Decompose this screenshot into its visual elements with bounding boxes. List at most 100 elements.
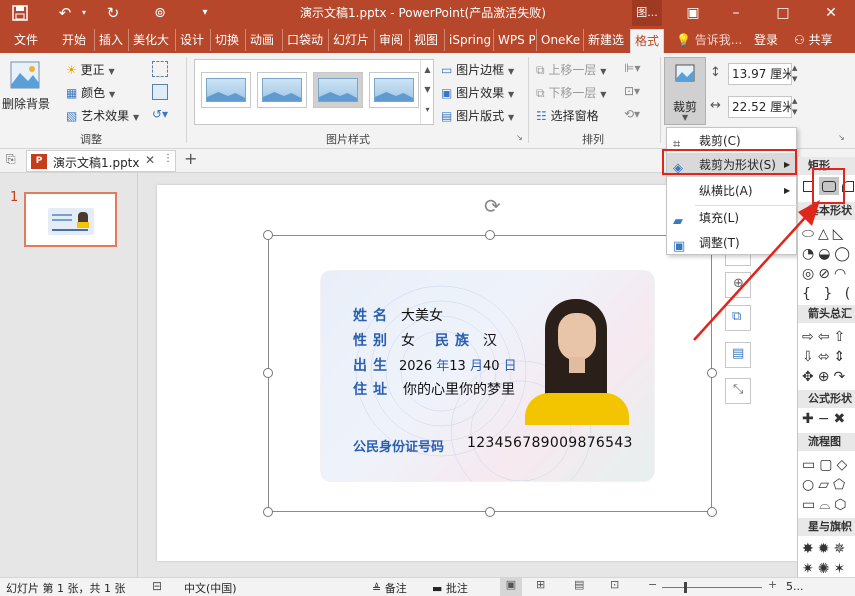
- picture-layout-button[interactable]: ▤ 图片版式 ▼: [441, 107, 514, 124]
- star-shapes-icons[interactable]: ✸✹✵ ✷✺✶: [802, 539, 849, 579]
- rotate-icon[interactable]: ⟲▾: [624, 107, 640, 121]
- tab-design[interactable]: 设计: [175, 29, 204, 51]
- resize-handle[interactable]: [485, 507, 495, 517]
- reading-view-icon[interactable]: ▤: [574, 578, 584, 591]
- tab-format[interactable]: 格式: [630, 29, 664, 53]
- tab-file[interactable]: 文件: [14, 29, 38, 51]
- corrections-button[interactable]: ☀ 更正 ▼: [66, 61, 115, 78]
- resize-handle[interactable]: [263, 230, 273, 240]
- minimize-button[interactable]: –: [713, 0, 759, 26]
- slide-sorter-icon[interactable]: ⊞: [536, 578, 545, 591]
- resize-handle[interactable]: [707, 368, 717, 378]
- maximize-button[interactable]: □: [759, 0, 807, 26]
- undo-dropdown-icon[interactable]: ▾: [78, 2, 90, 24]
- tab-insert[interactable]: 插入: [94, 29, 123, 51]
- resize-picture-icon[interactable]: ⤡: [725, 378, 751, 404]
- normal-view-icon[interactable]: ▣: [500, 578, 522, 596]
- undo-icon[interactable]: ↶: [54, 2, 76, 24]
- tab-menu-icon[interactable]: ⋮: [163, 153, 173, 164]
- comments-button[interactable]: ▬ 批注: [432, 580, 468, 596]
- new-doc-icon[interactable]: ⎘: [6, 152, 16, 167]
- tab-transitions[interactable]: 切换: [210, 29, 239, 51]
- tab-ispring[interactable]: iSpring: [444, 29, 492, 51]
- picture-style-4[interactable]: [369, 72, 419, 108]
- crop-menu-icon: ⌗: [673, 137, 681, 152]
- remove-background-button[interactable]: 删除背景: [2, 95, 50, 112]
- rotate-handle-icon[interactable]: ⟳: [484, 194, 501, 218]
- start-slideshow-icon[interactable]: ⊚: [148, 2, 172, 24]
- id-card-picture[interactable]: 姓名 大美女 性别 女 民族 汉 出生 2026 年13 月40 日 住址 你的…: [321, 271, 654, 481]
- picture-style-3[interactable]: [313, 72, 363, 108]
- artistic-effects-button[interactable]: ▧ 艺术效果 ▼: [66, 107, 139, 124]
- spellcheck-icon[interactable]: ⊟: [152, 579, 162, 593]
- size-dialog-launcher-icon[interactable]: ↘: [838, 133, 845, 142]
- resize-handle[interactable]: [485, 230, 495, 240]
- tab-review[interactable]: 审阅: [374, 29, 403, 51]
- color-button[interactable]: ▦ 颜色 ▼: [66, 84, 115, 101]
- picture-styles-group-label: 图片样式: [326, 133, 370, 146]
- slide-number: 1: [10, 190, 19, 205]
- send-backward-label: 下移一层: [548, 86, 597, 100]
- birth-month: 13: [449, 359, 466, 374]
- flowchart-shapes-icons[interactable]: ▭▢◇ ○▱⬠ ▭⌓⬡: [802, 455, 851, 515]
- resize-handle[interactable]: [707, 507, 717, 517]
- customize-toolbar-icon[interactable]: ▾: [198, 2, 212, 24]
- color-label: 颜色: [81, 86, 106, 100]
- group-objects-icon[interactable]: ⊡▾: [624, 84, 640, 98]
- crop-button[interactable]: 裁剪 ▼: [664, 57, 706, 125]
- width-spinner[interactable]: ▲ ▼: [792, 96, 802, 118]
- border-label: 图片边框: [456, 63, 505, 77]
- redo-icon[interactable]: ↻: [102, 2, 124, 24]
- language-indicator[interactable]: 中文(中国): [184, 580, 237, 596]
- picture-effects-button[interactable]: ▣ 图片效果 ▼: [441, 84, 514, 101]
- gallery-scroll[interactable]: ▲ ▼ ▾: [420, 60, 434, 124]
- align-icon[interactable]: ⊫▾: [624, 61, 640, 75]
- zoom-slider-thumb[interactable]: [684, 582, 687, 593]
- picture-style-2[interactable]: [257, 72, 307, 108]
- height-spinner[interactable]: ▲ ▼: [792, 63, 802, 85]
- notes-button[interactable]: ≜ 备注: [372, 580, 407, 596]
- remove-background-icon[interactable]: [8, 59, 48, 95]
- close-tab-icon[interactable]: ✕: [145, 153, 155, 167]
- close-button[interactable]: ✕: [807, 0, 855, 26]
- equation-shapes-icons[interactable]: ✚−✖: [802, 411, 849, 427]
- bring-forward-button[interactable]: ⧉ 上移一层 ▼: [536, 61, 606, 78]
- doc-tab[interactable]: P 演示文稿1.pptx ✕ ⋮: [26, 150, 176, 172]
- send-backward-button[interactable]: ⧉ 下移一层 ▼: [536, 84, 606, 101]
- zoom-out-icon[interactable]: −: [648, 578, 657, 591]
- change-picture-icon[interactable]: [152, 84, 168, 100]
- slideshow-view-icon[interactable]: ⊡: [610, 578, 619, 591]
- tab-view[interactable]: 视图: [409, 29, 438, 51]
- save-icon[interactable]: [8, 2, 32, 24]
- compress-pictures-icon[interactable]: [152, 61, 168, 77]
- zoom-in-icon[interactable]: +: [768, 578, 777, 591]
- slide-thumbnail[interactable]: [24, 192, 117, 247]
- width-input[interactable]: 22.52 厘米: [728, 96, 792, 118]
- picture-border-button[interactable]: ▭ 图片边框 ▼: [441, 61, 514, 78]
- tab-animations[interactable]: 动画: [245, 29, 274, 51]
- tab-new-selection[interactable]: 新建选: [583, 29, 629, 51]
- login-link[interactable]: 登录: [754, 29, 778, 51]
- picture-styles-gallery[interactable]: ▲ ▼ ▾: [194, 59, 434, 125]
- ribbon-display-icon[interactable]: ▣: [673, 0, 713, 26]
- picture-style-1[interactable]: [201, 72, 251, 108]
- tab-home[interactable]: 开始: [62, 29, 86, 51]
- crop-dropdown-icon: ▼: [682, 113, 689, 122]
- share-button[interactable]: ⚇ 共享: [794, 29, 833, 51]
- tab-wps[interactable]: WPS P: [493, 29, 535, 51]
- zoom-slider[interactable]: [662, 587, 762, 588]
- zoom-level[interactable]: 5...: [786, 580, 804, 593]
- tell-me-search[interactable]: 💡 告诉我...: [676, 29, 742, 51]
- title-bar: ↶ ▾ ↻ ⊚ ▾ 演示文稿1.pptx - PowerPoint(产品激活失败…: [0, 0, 855, 26]
- tab-slideshow[interactable]: 幻灯片: [328, 29, 373, 51]
- tab-onekey[interactable]: OneKe: [536, 29, 582, 51]
- resize-handle[interactable]: [263, 507, 273, 517]
- tab-pocket[interactable]: 口袋动: [282, 29, 327, 51]
- resize-handle[interactable]: [263, 368, 273, 378]
- dialog-launcher-icon[interactable]: ↘: [516, 133, 523, 142]
- reset-picture-icon[interactable]: ↺▾: [152, 107, 174, 123]
- add-tab-icon[interactable]: +: [184, 149, 197, 168]
- selection-pane-button[interactable]: ☷ 选择窗格: [536, 107, 599, 124]
- tab-beautify[interactable]: 美化大: [128, 29, 174, 51]
- height-input[interactable]: 13.97 厘米: [728, 63, 792, 85]
